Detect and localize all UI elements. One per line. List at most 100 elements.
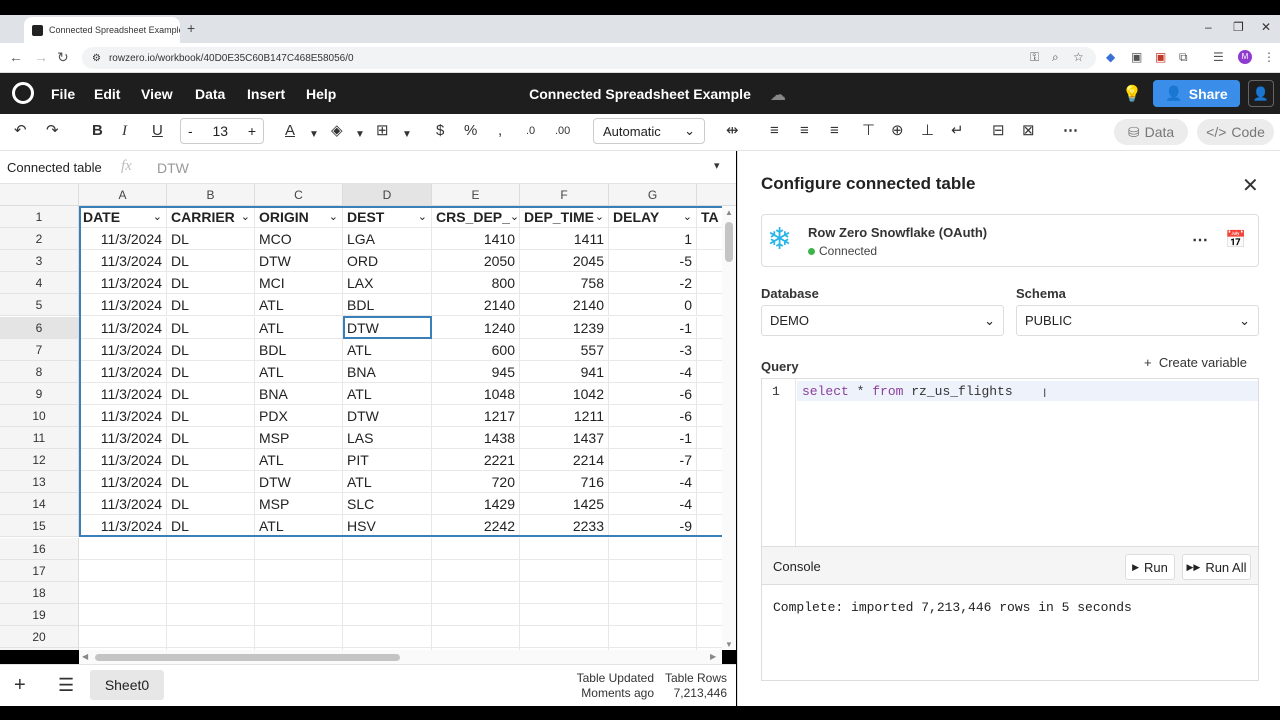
table-cell[interactable]: DL bbox=[167, 250, 255, 273]
empty-cell[interactable] bbox=[609, 603, 697, 626]
add-sheet-icon[interactable]: + bbox=[14, 674, 26, 697]
table-cell[interactable]: -4 bbox=[609, 493, 697, 516]
font-size-increase-icon[interactable]: + bbox=[248, 123, 256, 139]
table-cell[interactable]: 0 bbox=[609, 294, 697, 317]
row-header[interactable]: 11 bbox=[0, 427, 79, 449]
spreadsheet-grid[interactable]: ABCDEFG123456789101112131415161718192021… bbox=[0, 184, 736, 650]
table-cell[interactable]: 758 bbox=[520, 272, 609, 295]
table-cell[interactable]: BNA bbox=[255, 382, 343, 405]
table-cell[interactable]: 11/3/2024 bbox=[79, 427, 167, 449]
sheet-list-icon[interactable]: ☰ bbox=[58, 675, 74, 696]
redo-icon[interactable]: ↷ bbox=[46, 122, 59, 140]
create-variable-button[interactable]: + Create variable bbox=[1144, 355, 1247, 370]
table-cell[interactable]: 2045 bbox=[520, 250, 609, 273]
table-cell[interactable]: -4 bbox=[609, 360, 697, 383]
table-cell[interactable]: DL bbox=[167, 515, 255, 538]
table-cell[interactable]: -1 bbox=[609, 427, 697, 449]
decrease-decimal-icon[interactable]: .0 bbox=[526, 122, 535, 140]
empty-cell[interactable] bbox=[79, 603, 167, 626]
row-header[interactable]: 16 bbox=[0, 537, 79, 560]
currency-icon[interactable]: $ bbox=[436, 122, 444, 140]
empty-cell[interactable] bbox=[520, 625, 609, 648]
table-cell[interactable]: LGA bbox=[343, 228, 432, 251]
table-cell[interactable]: -2 bbox=[609, 272, 697, 295]
row-header[interactable]: 20 bbox=[0, 625, 79, 648]
undo-icon[interactable]: ↶ bbox=[14, 122, 27, 140]
empty-cell[interactable] bbox=[255, 537, 343, 560]
table-cell[interactable]: 11/3/2024 bbox=[79, 272, 167, 295]
table-cell[interactable]: MSP bbox=[255, 427, 343, 449]
italic-icon[interactable]: I bbox=[122, 122, 127, 140]
table-cell[interactable]: PDX bbox=[255, 404, 343, 427]
browser-tab[interactable]: Connected Spreadsheet Example ✕ bbox=[24, 17, 180, 43]
table-cell[interactable]: 1042 bbox=[520, 382, 609, 405]
empty-cell[interactable] bbox=[255, 625, 343, 648]
row-header[interactable]: 19 bbox=[0, 603, 79, 626]
empty-cell[interactable] bbox=[343, 559, 432, 582]
empty-cell[interactable] bbox=[255, 581, 343, 604]
table-cell[interactable]: -6 bbox=[609, 404, 697, 427]
empty-cell[interactable] bbox=[432, 559, 520, 582]
text-color-icon[interactable]: A bbox=[285, 122, 295, 140]
forward-icon[interactable]: → bbox=[34, 49, 48, 65]
empty-cell[interactable] bbox=[609, 537, 697, 560]
table-cell[interactable]: -1 bbox=[609, 316, 697, 339]
table-cell[interactable]: ATL bbox=[255, 449, 343, 472]
expand-formula-chevron-icon[interactable]: ▾ bbox=[714, 159, 720, 172]
align-right-icon[interactable]: ≡ bbox=[830, 122, 839, 140]
column-header[interactable]: B bbox=[167, 184, 255, 206]
row-header[interactable]: 1 bbox=[0, 206, 79, 228]
table-cell[interactable]: ATL bbox=[255, 360, 343, 383]
table-cell[interactable]: 11/3/2024 bbox=[79, 360, 167, 383]
table-cell[interactable]: 11/3/2024 bbox=[79, 471, 167, 494]
row-header[interactable]: 6 bbox=[0, 316, 79, 339]
site-info-icon[interactable]: ⚙ bbox=[92, 53, 101, 64]
table-cell[interactable]: 1411 bbox=[520, 228, 609, 251]
table-cell[interactable]: ATL bbox=[255, 316, 343, 339]
empty-cell[interactable] bbox=[432, 625, 520, 648]
table-cell[interactable]: 2214 bbox=[520, 449, 609, 472]
table-cell[interactable]: ATL bbox=[255, 515, 343, 538]
table-cell[interactable]: -6 bbox=[609, 382, 697, 405]
row-header[interactable]: 9 bbox=[0, 382, 79, 405]
table-header-cell[interactable]: DELAY ⌄ bbox=[609, 206, 697, 228]
row-header[interactable]: 21 bbox=[0, 648, 79, 650]
table-cell[interactable]: 945 bbox=[432, 360, 520, 383]
empty-cell[interactable] bbox=[343, 625, 432, 648]
rowzero-logo-icon[interactable] bbox=[12, 82, 34, 104]
bookmark-star-icon[interactable]: ☆ bbox=[1073, 50, 1084, 64]
column-header[interactable]: A bbox=[79, 184, 167, 206]
table-header-cell[interactable]: DATE ⌄ bbox=[79, 206, 167, 228]
fill-color-dropdown-icon[interactable]: ▼ bbox=[355, 126, 365, 144]
table-cell[interactable]: 11/3/2024 bbox=[79, 338, 167, 361]
row-header[interactable]: 12 bbox=[0, 449, 79, 472]
empty-cell[interactable] bbox=[167, 625, 255, 648]
empty-cell[interactable] bbox=[167, 559, 255, 582]
table-cell[interactable]: BNA bbox=[343, 360, 432, 383]
table-cell[interactable]: DL bbox=[167, 316, 255, 339]
minimize-icon[interactable]: – bbox=[1205, 20, 1212, 34]
align-center-icon[interactable]: ≡ bbox=[800, 122, 809, 140]
empty-cell[interactable] bbox=[609, 559, 697, 582]
connection-more-icon[interactable]: ⋯ bbox=[1192, 230, 1208, 250]
column-filter-dropdown-icon[interactable]: ⌄ bbox=[329, 206, 338, 227]
row-header[interactable]: 18 bbox=[0, 581, 79, 604]
select-all-corner[interactable] bbox=[0, 184, 79, 206]
table-cell[interactable]: -5 bbox=[609, 250, 697, 273]
table-cell[interactable]: 11/3/2024 bbox=[79, 449, 167, 472]
empty-cell[interactable] bbox=[432, 603, 520, 626]
table-cell[interactable]: MCI bbox=[255, 272, 343, 295]
table-cell[interactable]: DL bbox=[167, 404, 255, 427]
table-cell[interactable]: 1438 bbox=[432, 427, 520, 449]
sheet-tab[interactable]: Sheet0 bbox=[90, 670, 164, 700]
table-cell[interactable]: 720 bbox=[432, 471, 520, 494]
empty-cell[interactable] bbox=[520, 603, 609, 626]
zoom-icon[interactable]: ⌕ bbox=[1052, 50, 1059, 65]
menu-view[interactable]: View bbox=[141, 86, 173, 102]
profile-avatar[interactable]: M bbox=[1238, 50, 1252, 64]
font-size-stepper[interactable]: - 13 + bbox=[180, 118, 264, 144]
table-cell[interactable]: 2140 bbox=[432, 294, 520, 317]
extension-tag-icon[interactable]: ◆ bbox=[1106, 50, 1115, 64]
table-cell[interactable]: MSP bbox=[255, 493, 343, 516]
share-button[interactable]: 👤 Share bbox=[1153, 80, 1240, 107]
